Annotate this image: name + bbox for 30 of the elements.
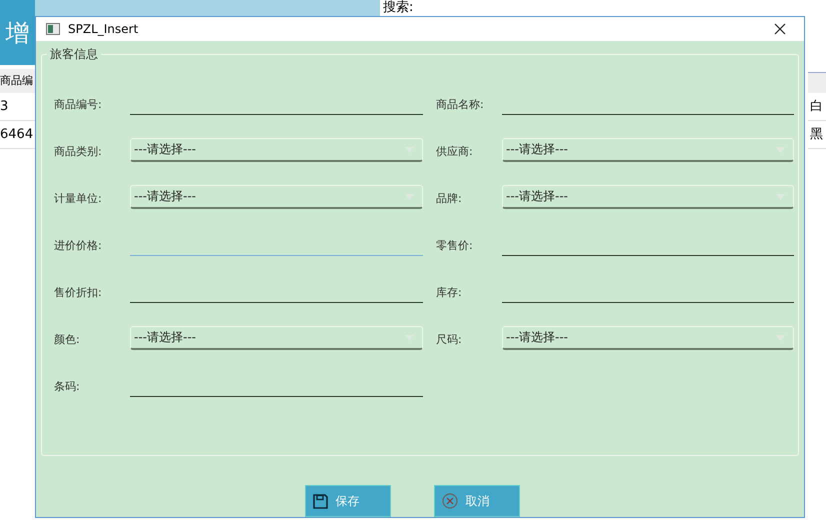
field-label: 库存: [436, 285, 463, 301]
field-label: 计量单位: [54, 191, 103, 207]
dropdown[interactable]: ---请选择--- [130, 138, 423, 162]
dropdown[interactable]: ---请选择--- [130, 326, 423, 350]
close-icon[interactable] [774, 23, 786, 35]
field-label: 商品类别: [54, 144, 103, 160]
save-icon [312, 494, 328, 508]
dropdown[interactable]: ---请选择--- [130, 185, 423, 209]
dropdown[interactable]: ---请选择--- [502, 326, 794, 350]
field-label: 商品名称: [436, 97, 485, 113]
dropdown[interactable]: ---请选择--- [502, 185, 794, 209]
column-header [808, 72, 826, 93]
field-label: 尺码: [436, 332, 463, 348]
field-label: 零售价: [436, 238, 474, 254]
field-label: 供应商: [436, 144, 474, 160]
field-label: 售价折扣: [54, 285, 103, 301]
field-label: 进价价格: [54, 238, 103, 254]
table-cell: 黑 [808, 121, 826, 149]
dropdown[interactable]: ---请选择--- [502, 138, 794, 162]
field-label: 商品编号: [54, 97, 103, 113]
group-title: 旅客信息 [47, 46, 101, 63]
field-label: 颜色: [54, 332, 81, 348]
cancel-icon [442, 493, 458, 509]
window-icon [46, 23, 60, 35]
search-label: 搜索: [383, 1, 414, 15]
table-cell: 白 [808, 93, 826, 121]
window-title: SPZL_Insert [68, 22, 140, 36]
column-header: 商品编 [0, 69, 35, 93]
field-label: 条码: [54, 379, 81, 395]
field-label: 品牌: [436, 191, 463, 207]
